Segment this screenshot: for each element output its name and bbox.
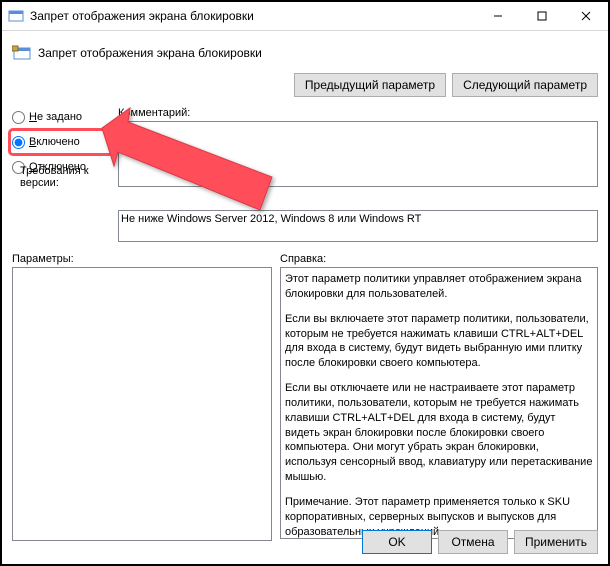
help-paragraph: Этот параметр политики управляет отображ…: [285, 272, 593, 302]
help-paragraph: Если вы включаете этот параметр политики…: [285, 312, 593, 371]
radio-not-configured[interactable]: Не задано: [12, 107, 110, 127]
comment-label: Комментарий:: [118, 107, 598, 119]
window-buttons: [476, 2, 608, 30]
options-label: Параметры:: [12, 253, 272, 265]
next-setting-button[interactable]: Следующий параметр: [452, 73, 598, 97]
titlebar: Запрет отображения экрана блокировки: [2, 2, 608, 31]
help-panel: Этот параметр политики управляет отображ…: [280, 267, 598, 539]
radio-enabled-label: Включено: [29, 136, 80, 148]
ok-button[interactable]: OK: [362, 530, 432, 554]
radio-enabled[interactable]: Включено: [11, 131, 111, 153]
policy-editor-window: Запрет отображения экрана блокировки: [0, 0, 610, 566]
help-paragraph: Если вы отключаете или не настраиваете э…: [285, 381, 593, 485]
options-panel: [12, 267, 272, 541]
radio-not-configured-input[interactable]: [12, 111, 25, 124]
close-button[interactable]: [564, 2, 608, 30]
supported-on-label: Требования к версии:: [20, 165, 110, 189]
policy-header: Запрет отображения экрана блокировки: [12, 37, 598, 69]
policy-title: Запрет отображения экрана блокировки: [38, 46, 598, 60]
nav-buttons: Предыдущий параметр Следующий параметр: [12, 73, 598, 97]
minimize-button[interactable]: [476, 2, 520, 30]
apply-button[interactable]: Применить: [514, 530, 598, 554]
previous-setting-button[interactable]: Предыдущий параметр: [294, 73, 446, 97]
dialog-buttons: OK Отмена Применить: [362, 530, 598, 554]
supported-on-field: [118, 210, 598, 242]
maximize-button[interactable]: [520, 2, 564, 30]
cancel-button[interactable]: Отмена: [438, 530, 508, 554]
comment-field[interactable]: [118, 121, 598, 187]
radio-enabled-input[interactable]: [12, 136, 25, 149]
window-title: Запрет отображения экрана блокировки: [30, 9, 476, 23]
app-icon: [8, 8, 24, 24]
radio-not-configured-label: Не задано: [29, 111, 82, 123]
help-label: Справка:: [280, 253, 598, 265]
policy-icon: [12, 43, 32, 63]
